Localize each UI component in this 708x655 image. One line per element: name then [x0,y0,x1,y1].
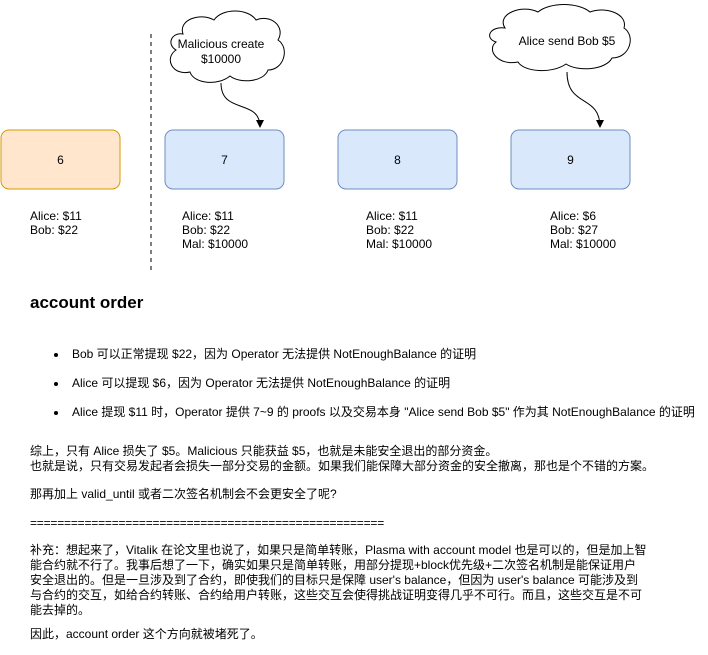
summary-paragraph: 综上，只有 Alice 损失了 $5。Malicious 只能获益 $5，也就是… [30,444,654,474]
block-6-label: 6 [57,153,64,167]
conclusion-line: 因此，account order 这个方向就被堵死了。 [30,627,263,641]
balance-line: Alice: $6 [550,209,597,223]
cloud-alice-send-bob-line1: Alice send Bob $5 [519,34,616,48]
cloud-malicious-create-line2: $10000 [201,52,241,66]
list-item: Alice 提现 $11 时，Operator 提供 7~9 的 proofs … [68,404,695,420]
arrow-cloud-to-block-9 [566,71,604,128]
text-line: 能合约就不行了。我事后想了一下，确实如果只是简单转账，用部分提现+block优先… [30,558,637,572]
block-6: 6 [0,129,121,190]
balance-line: Mal: $10000 [366,237,433,251]
balances-block-6: Alice: $11 Bob: $22 [30,209,82,237]
text-line: 也就是说，只有交易发起者会损失一部分交易的金额。如果我们能保障大部分资金的安全撤… [30,459,655,473]
list-item: Alice 可以提现 $6，因为 Operator 无法提供 NotEnough… [68,375,695,391]
cloud-malicious-create: Malicious create $10000 [169,10,285,83]
balance-line: Alice: $11 [182,209,234,223]
balance-line: Bob: $27 [550,223,599,237]
cloud-alice-send-bob: Alice send Bob $5 [489,4,631,71]
balances-block-9: Alice: $6 Bob: $27 Mal: $10000 [550,209,616,251]
addendum-paragraph: 补充：想起来了，Vitalik 在论文里也说了，如果只是简单转账，Plasma … [30,543,647,618]
text-line: 综上，只有 Alice 损失了 $5。Malicious 只能获益 $5，也就是… [30,444,498,458]
block-8: 8 [337,129,458,190]
balance-line: Bob: $22 [182,223,231,237]
text-line: 补充：想起来了，Vitalik 在论文里也说了，如果只是简单转账，Plasma … [30,543,647,557]
separator-line: ========================================… [30,516,385,530]
block-7: 7 [164,129,285,190]
balance-line: Mal: $10000 [182,237,249,251]
balance-line: Mal: $10000 [550,237,617,251]
section-heading: account order [30,293,144,312]
bullet-list: Bob 可以正常提现 $22，因为 Operator 无法提供 NotEnoug… [38,346,695,433]
text-line: 能去掉的。 [30,603,91,617]
block-8-label: 8 [394,153,401,167]
block-7-label: 7 [221,153,228,167]
balance-line: Bob: $22 [366,223,415,237]
list-item: Bob 可以正常提现 $22，因为 Operator 无法提供 NotEnoug… [68,346,695,362]
cloud-malicious-create-line1: Malicious create [178,37,265,51]
balance-line: Alice: $11 [366,209,418,223]
balance-line: Bob: $22 [30,223,79,237]
block-9-label: 9 [567,153,574,167]
balance-line: Alice: $11 [30,209,82,223]
balances-block-7: Alice: $11 Bob: $22 Mal: $10000 [182,209,248,251]
text-line: 安全退出的。但是一旦涉及到了合约，即使我们的目标只是保障 user's bala… [30,573,639,587]
arrow-cloud-to-block-7 [220,82,264,128]
block-9: 9 [510,129,631,190]
balances-block-8: Alice: $11 Bob: $22 Mal: $10000 [366,209,432,251]
question-line: 那再加上 valid_until 或者二次签名机制会不会更安全了呢? [30,487,337,501]
text-line: 与合约的交互，如给合约转账、合约给用户转账，这些交互会使得挑战证明变得几乎不可行… [30,588,643,602]
